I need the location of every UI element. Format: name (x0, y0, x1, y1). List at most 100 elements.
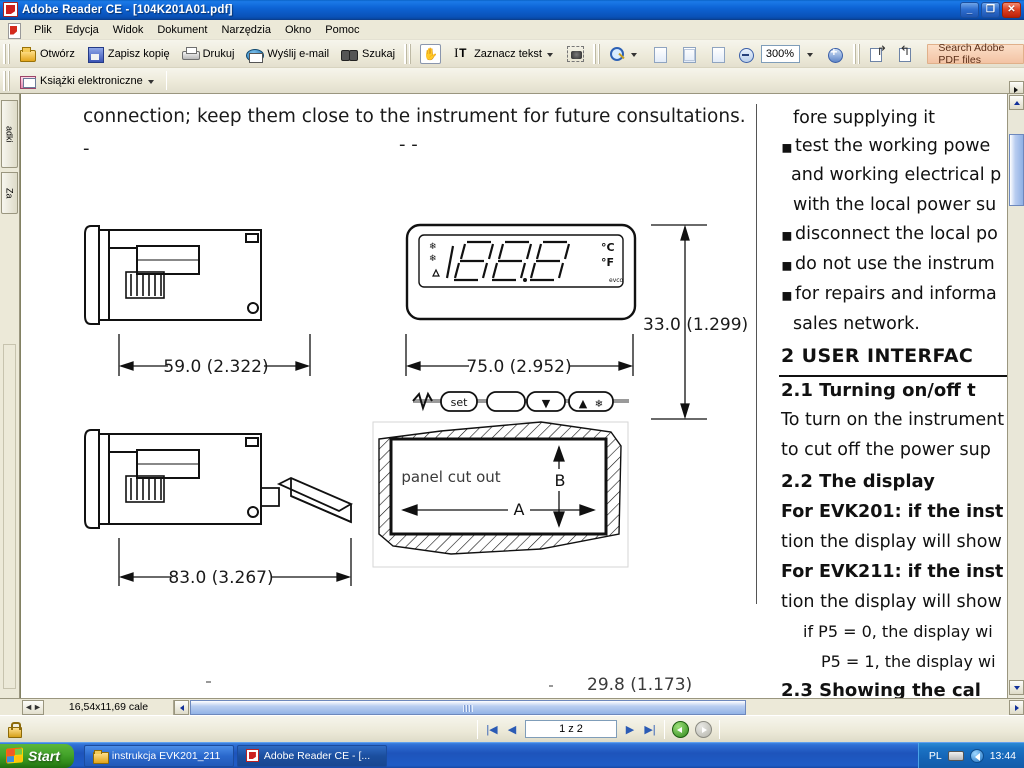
previous-view-button[interactable] (672, 720, 689, 738)
toolbar-grip-4[interactable] (853, 43, 861, 64)
horizontal-scrollbar[interactable] (174, 699, 1024, 715)
clock[interactable]: 13:44 (990, 750, 1016, 762)
menu-item-plik[interactable]: Plik (27, 22, 59, 38)
scroll-up-button[interactable] (1008, 95, 1024, 110)
rotate-counterclockwise-button[interactable] (892, 43, 921, 65)
taskbar-item-adobe-reader-label: Adobe Reader CE - [... (263, 749, 371, 762)
select-text-button[interactable]: Zaznacz tekst (447, 43, 561, 65)
side-view-bottom (84, 429, 262, 529)
save-copy-button[interactable]: Zapisz kopię (81, 43, 176, 65)
nav-tab-attachments[interactable]: Za (1, 172, 18, 214)
close-button[interactable]: ✕ (1002, 1, 1021, 18)
right-line-13: For EVK201: if the inst (781, 502, 1004, 522)
right-line-17: if P5 = 0, the display wi (803, 622, 993, 641)
minimize-button[interactable]: _ (960, 1, 979, 18)
text-select-icon (453, 45, 470, 62)
search-button[interactable]: Szukaj (335, 43, 401, 65)
next-view-button[interactable] (695, 720, 712, 738)
menubar: Plik Edycja Widok Dokument Narzędzia Okn… (0, 20, 1024, 40)
fit-page-button[interactable] (674, 43, 703, 65)
volume-icon[interactable] (969, 748, 984, 763)
ebooks-button[interactable]: Książki elektroniczne (13, 70, 162, 92)
search-adobe-pdf-button[interactable]: Search Adobe PDF files (927, 42, 1024, 66)
rotate-ccw-icon (898, 43, 915, 62)
right-line-7: sales network. (793, 314, 920, 334)
taskbar: Start instrukcja EVK201_211 Adobe Reader… (0, 742, 1024, 768)
up-key (568, 391, 614, 412)
zoom-chevron-down-icon[interactable] (630, 48, 639, 60)
page-fit-icon (680, 46, 697, 63)
fit-width-button[interactable] (703, 43, 732, 65)
taskbar-item-adobe-reader[interactable]: Adobe Reader CE - [... (236, 744, 387, 767)
keyboard-icon[interactable] (947, 750, 964, 761)
start-button[interactable]: Start (0, 743, 74, 768)
toolbar-grip-3[interactable] (592, 43, 600, 64)
nav-pane-scrollbar[interactable] (3, 344, 16, 689)
language-indicator[interactable]: PL (929, 750, 942, 762)
right-heading-rule (779, 375, 1007, 377)
security-lock-icon[interactable] (6, 721, 22, 738)
hand-tool-button[interactable] (414, 43, 447, 65)
hscroll-left-button[interactable] (174, 699, 189, 715)
zoom-out-button[interactable] (732, 43, 761, 65)
scroll-down-button[interactable] (1009, 680, 1024, 695)
floppy-save-icon (87, 46, 104, 63)
folder-open-icon (19, 46, 36, 62)
side-view-bottom-ribs (125, 475, 165, 503)
email-button[interactable]: Wyślij e-mail (240, 43, 335, 65)
taskbar-item-explorer[interactable]: instrukcja EVK201_211 (83, 744, 234, 767)
actual-size-button[interactable] (645, 43, 674, 65)
right-bullet-1: ▪ (781, 138, 793, 158)
page-size-label: 16,54x11,69 cale (44, 699, 174, 715)
minimize-icon: _ (966, 4, 973, 15)
pdf-page-view[interactable]: connection; keep them close to the instr… (21, 94, 1007, 698)
last-page-button[interactable]: ▶| (640, 719, 660, 739)
page-size-resize-icon[interactable]: ◄► (22, 699, 44, 715)
ebooks-chevron-down-icon[interactable] (147, 75, 156, 87)
chevron-down-icon[interactable] (546, 48, 555, 60)
zoom-in-button[interactable] (821, 43, 850, 65)
snowflake-icon-2: ❄ (429, 254, 437, 264)
zoom-tool-button[interactable] (603, 43, 645, 65)
zoom-dropdown-button[interactable] (800, 43, 821, 65)
zoom-level-chevron-down-icon[interactable] (806, 48, 815, 60)
menu-item-pomoc[interactable]: Pomoc (318, 22, 366, 38)
rotate-clockwise-button[interactable] (863, 43, 892, 65)
nav-tab-bookmarks[interactable]: adki (1, 100, 18, 168)
right-heading-2-1: 2.1 Turning on/off t (781, 380, 976, 401)
page-number-input[interactable]: 1 z 2 (525, 720, 617, 738)
ebooks-toolbar-grip[interactable] (3, 70, 10, 91)
print-label: Drukuj (202, 47, 235, 60)
document-area: adki Za connection; keep them close to t… (0, 94, 1024, 698)
column-separator (756, 104, 757, 604)
page-vertical-scrollbar[interactable] (1007, 81, 1024, 698)
print-button[interactable]: Drukuj (176, 43, 241, 65)
scroll-thumb[interactable] (1009, 134, 1024, 206)
right-line-10: To turn on the instrument (781, 410, 1005, 430)
zoom-level-input[interactable]: 300% (760, 44, 801, 63)
right-line-6: for repairs and informa (795, 284, 997, 304)
start-label: Start (28, 747, 60, 764)
up-key-snowflake-icon: ❄ (595, 399, 603, 410)
document-icon (6, 22, 22, 39)
toolbar-grip[interactable] (3, 43, 10, 64)
open-button[interactable]: Otwórz (13, 43, 81, 65)
previous-page-button[interactable]: ◀ (502, 719, 522, 739)
snapshot-button[interactable] (561, 43, 590, 65)
menu-item-dokument[interactable]: Dokument (150, 22, 214, 38)
right-line-15: For EVK211: if the inst (781, 562, 1004, 582)
window-controls: _ ❐ ✕ (960, 1, 1021, 18)
toolbar-grip-2[interactable] (404, 43, 412, 64)
scroll-expand-button[interactable] (1009, 81, 1024, 94)
menu-item-narzedzia[interactable]: Narzędzia (214, 22, 278, 38)
right-line-5: do not use the instrum (795, 254, 995, 274)
maximize-button[interactable]: ❐ (981, 1, 1000, 18)
next-page-button[interactable]: ▶ (620, 719, 640, 739)
menu-item-edycja[interactable]: Edycja (59, 22, 106, 38)
menu-item-widok[interactable]: Widok (106, 22, 151, 38)
hscroll-thumb[interactable] (190, 699, 746, 715)
menu-item-okno[interactable]: Okno (278, 22, 318, 38)
hscroll-right-button[interactable] (1009, 699, 1024, 715)
zoom-out-icon (738, 46, 755, 63)
first-page-button[interactable]: |◀ (482, 719, 502, 739)
